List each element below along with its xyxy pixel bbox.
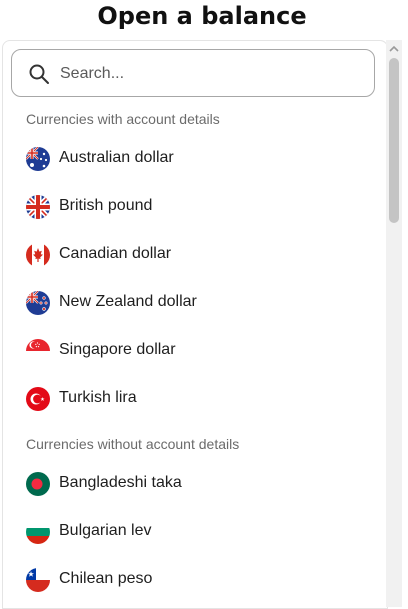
currency-label: Bulgarian lev xyxy=(59,522,152,539)
currency-item-gbp[interactable]: British pound xyxy=(3,185,383,229)
currency-label: Canadian dollar xyxy=(59,245,172,262)
currency-item-bgn[interactable]: Bulgarian lev xyxy=(3,510,383,554)
currency-label: Chilean peso xyxy=(59,570,153,587)
scrollbar-thumb[interactable] xyxy=(389,58,399,223)
turkey-flag-icon xyxy=(26,387,50,411)
section-header-without-details: Currencies without account details xyxy=(26,436,240,452)
singapore-flag-icon xyxy=(26,339,50,363)
currency-label: New Zealand dollar xyxy=(59,293,197,310)
bangladesh-flag-icon xyxy=(26,472,50,496)
bulgaria-flag-icon xyxy=(26,520,50,544)
page-title: Open a balance xyxy=(97,2,307,30)
australia-flag-icon xyxy=(26,147,50,171)
currency-label: Bangladeshi taka xyxy=(59,474,182,491)
uk-flag-icon xyxy=(26,195,50,219)
search-icon xyxy=(29,64,49,84)
currency-label: British pound xyxy=(59,197,153,214)
currency-label: Australian dollar xyxy=(59,149,174,166)
currency-item-bdt[interactable]: Bangladeshi taka xyxy=(3,462,383,506)
canada-flag-icon xyxy=(26,243,50,267)
new-zealand-flag-icon xyxy=(26,291,50,315)
search-input[interactable] xyxy=(58,50,362,98)
currency-item-nzd[interactable]: New Zealand dollar xyxy=(3,281,383,325)
currency-item-aud[interactable]: Australian dollar xyxy=(3,137,383,181)
currency-item-clp[interactable]: Chilean peso xyxy=(3,558,383,602)
currency-item-sgd[interactable]: Singapore dollar xyxy=(3,329,383,373)
chile-flag-icon xyxy=(26,568,50,592)
currency-item-try[interactable]: Turkish lira xyxy=(3,377,383,421)
search-box[interactable] xyxy=(11,49,375,98)
section-header-with-details: Currencies with account details xyxy=(26,111,220,127)
currency-label: Singapore dollar xyxy=(59,341,176,358)
currency-label: Turkish lira xyxy=(59,389,137,406)
scroll-up-arrow-icon[interactable] xyxy=(389,45,399,53)
scrollbar[interactable] xyxy=(386,40,402,607)
currency-dropdown-panel: Currencies with account details Australi… xyxy=(2,40,388,609)
currency-item-cad[interactable]: Canadian dollar xyxy=(3,233,383,277)
